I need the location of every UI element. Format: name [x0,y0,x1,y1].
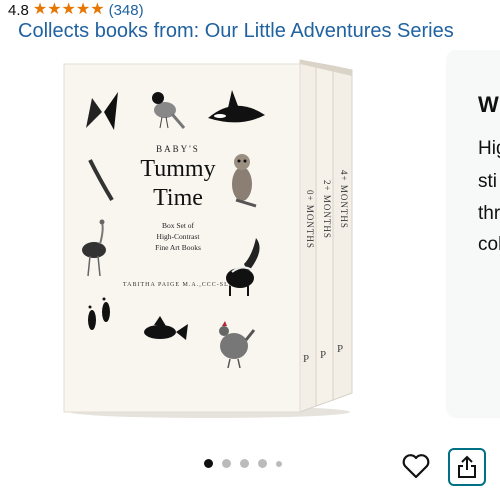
side-card-line: thr [478,203,500,224]
series-link[interactable]: Collects books from: Our Little Adventur… [18,20,454,43]
rating-count-link[interactable]: (348) [109,2,144,19]
cover-title: Tummy [140,156,215,182]
spine-label: 2+ MONTHS [322,180,332,239]
carousel-dots[interactable] [204,459,282,468]
cover-author: TABITHA PAIGE M.A.,CCC-SLP [123,282,233,288]
side-card-line: col [478,234,500,255]
share-icon [458,455,476,478]
product-image[interactable]: 0+ MONTHS 2+ MONTHS 4+ MONTHS P P P BABY… [60,50,360,420]
carousel-dot[interactable] [258,459,267,468]
star-rating-icons: ★ ★ ★ ★ ★ [33,2,105,18]
star-icon: ★ [75,1,91,18]
rating-row[interactable]: 4.8 ★ ★ ★ ★ ★ (348) [8,0,144,20]
star-icon: ★ [90,1,105,18]
favorite-button[interactable] [398,448,434,484]
side-card-line: sti [478,171,497,192]
share-button[interactable] [448,448,486,486]
carousel-dot-active[interactable] [204,459,213,468]
carousel-dot[interactable] [276,460,282,467]
cover-title: Time [153,185,203,211]
spine-label: 0+ MONTHS [305,190,315,249]
star-icon: ★ [47,1,62,18]
star-icon: ★ [61,1,76,18]
heart-icon [402,454,430,479]
cover-subtitle: High-Contrast [157,232,201,241]
side-card-line: Hig [478,138,500,159]
publisher-logo: P [320,349,326,361]
cover-top-label: BABY'S [156,144,200,154]
cover-subtitle: Box Set of [162,221,195,230]
publisher-logo: P [303,353,309,365]
side-card-title: Wh [478,92,500,117]
cover-subtitle: Fine Art Books [155,243,201,252]
star-icon: ★ [32,1,48,18]
publisher-logo: P [337,343,343,355]
spine-label: 4+ MONTHS [339,170,349,229]
carousel-dot[interactable] [222,459,231,468]
carousel-dot[interactable] [240,459,249,468]
rating-value: 4.8 [8,1,29,19]
